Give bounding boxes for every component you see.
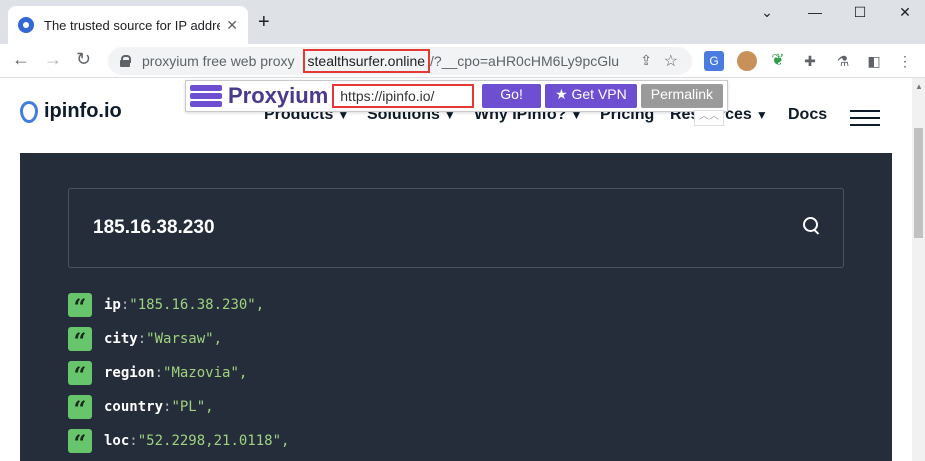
json-row-country: “ country: "PL", <box>68 395 214 423</box>
scroll-up-icon[interactable]: ▲ <box>915 82 923 91</box>
bookmark-star-icon[interactable]: ☆ <box>664 51 678 71</box>
back-arrow-icon[interactable]: ← <box>12 49 30 70</box>
forward-arrow-icon[interactable]: → <box>44 49 62 70</box>
json-colon: : <box>163 399 172 415</box>
chevron-down-icon: ▼ <box>755 108 768 122</box>
quote-icon: “ <box>68 429 92 457</box>
logo-text: ipinfo.io <box>44 100 122 122</box>
url-rest: /?__cpo=aHR0cHM6Ly9pcGlu... <box>430 53 621 69</box>
json-value: "185.16.38.230", <box>129 297 265 313</box>
proxy-brand: Proxyium <box>228 83 329 108</box>
browser-toolbar: ← → ↻ proxyium free web proxy stealthsur… <box>0 44 925 78</box>
proxy-logo[interactable]: Proxyium <box>190 83 328 109</box>
quote-icon: “ <box>68 395 92 423</box>
browser-tab[interactable]: The trusted source for IP address ✕ <box>8 6 248 44</box>
quote-icon: “ <box>68 327 92 355</box>
share-icon[interactable]: ⇪ <box>640 52 652 69</box>
json-key: region <box>104 365 155 381</box>
more-menu-icon[interactable]: ⋮ <box>895 51 915 71</box>
json-key: city <box>104 331 138 347</box>
site-logo[interactable]: ipinfo.io <box>20 100 122 123</box>
address-bar[interactable]: proxyium free web proxy stealthsurfer.on… <box>108 47 692 75</box>
json-key: country <box>104 399 164 415</box>
json-value: "Warsaw", <box>146 331 223 347</box>
close-window-icon[interactable]: ✕ <box>890 4 920 21</box>
collapse-proxy-bar-icon[interactable]: ︿︿ <box>694 110 724 126</box>
maximize-icon[interactable]: ☐ <box>845 4 875 21</box>
go-button[interactable]: Go! <box>482 84 542 108</box>
json-row-loc: “ loc: "52.2298,21.0118", <box>68 429 290 457</box>
ip-search-box[interactable]: 185.16.38.230 <box>68 188 844 268</box>
json-colon: : <box>129 433 138 449</box>
nav-docs-label: Docs <box>788 106 828 123</box>
search-icon[interactable] <box>803 217 821 235</box>
nav-docs[interactable]: Docs <box>788 106 827 124</box>
permalink-button[interactable]: Permalink <box>640 84 723 108</box>
minimize-icon[interactable]: — <box>800 4 830 20</box>
server-icon <box>190 85 222 107</box>
chevron-down-icon[interactable]: ⌄ <box>752 4 782 21</box>
translate-extension-icon[interactable]: G <box>704 51 724 71</box>
quote-icon: “ <box>68 293 92 321</box>
json-key: ip <box>104 297 121 313</box>
page-scrollbar[interactable]: ▲ <box>912 78 925 461</box>
json-colon: : <box>154 365 164 381</box>
location-pin-icon <box>20 100 38 123</box>
url-host: stealthsurfer.online <box>302 49 431 73</box>
tab-title: The trusted source for IP address <box>44 17 221 33</box>
json-colon: : <box>137 331 147 347</box>
leaf-extension-icon[interactable]: ❦ <box>768 51 788 71</box>
tab-bar: The trusted source for IP address ✕ + ⌄ … <box>0 0 925 44</box>
side-panel-icon[interactable]: ◧ <box>864 51 884 71</box>
reload-icon[interactable]: ↻ <box>76 49 91 70</box>
lock-icon <box>120 55 131 67</box>
lab-flask-icon[interactable]: ⚗ <box>833 51 853 71</box>
web-page: ipinfo.io Products ▼ Solutions ▼ Why IPinf… <box>0 78 912 461</box>
json-value: "52.2298,21.0118", <box>137 433 290 449</box>
quote-icon: “ <box>68 361 92 389</box>
scrollbar-thumb[interactable] <box>914 128 923 238</box>
json-row-ip: “ ip: "185.16.38.230", <box>68 293 265 321</box>
json-value: "Mazovia", <box>163 365 248 381</box>
json-value: "PL", <box>171 399 214 415</box>
proxy-toolbar: Proxyium https://ipinfo.io/ Go! ★ Get VP… <box>185 80 728 112</box>
json-key: loc <box>104 433 130 449</box>
close-tab-icon[interactable]: ✕ <box>226 17 238 34</box>
json-colon: : <box>120 297 130 313</box>
get-vpn-button[interactable]: ★ Get VPN <box>545 84 637 108</box>
json-row-region: “ region: "Mazovia", <box>68 361 248 389</box>
proxy-url-input[interactable]: https://ipinfo.io/ <box>332 84 475 108</box>
url-prefix: proxyium free web proxy <box>142 53 295 69</box>
ip-lookup-panel: 185.16.38.230 “ ip: "185.16.38.230", “ c… <box>20 153 892 461</box>
favicon-icon <box>18 17 34 33</box>
hamburger-menu-icon[interactable] <box>850 110 880 131</box>
cookie-extension-icon[interactable] <box>737 51 757 71</box>
extensions-puzzle-icon[interactable]: ✚ <box>800 51 820 71</box>
new-tab-button[interactable]: + <box>258 12 270 32</box>
json-row-city: “ city: "Warsaw", <box>68 327 223 355</box>
ip-search-value: 185.16.38.230 <box>93 217 215 238</box>
